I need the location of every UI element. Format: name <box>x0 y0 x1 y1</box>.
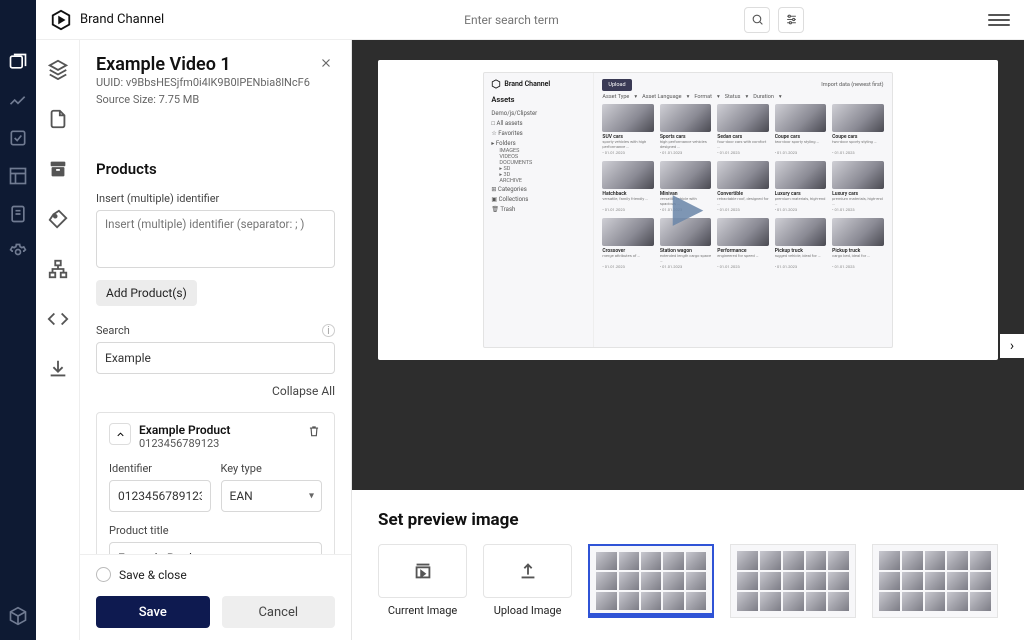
settings-icon[interactable] <box>8 242 28 262</box>
save-close-label: Save & close <box>119 568 187 582</box>
identifier-label: Insert (multiple) identifier <box>96 192 335 205</box>
file-icon[interactable] <box>47 108 69 130</box>
sitemap-icon[interactable] <box>47 258 69 280</box>
product-search-input[interactable] <box>96 342 335 374</box>
uuid-line: UUID: v9BbsHESjfm0i4lK9B0lPENbia8lNcF6 <box>96 75 335 92</box>
delete-product-button[interactable] <box>306 423 322 439</box>
drawer-title: Example Video 1 <box>96 54 231 75</box>
video-thumbnail: Brand Channel Assets Demo/js/Clipster □ … <box>483 72 892 348</box>
add-products-button[interactable]: Add Product(s) <box>96 280 197 306</box>
secondary-nav <box>36 40 80 640</box>
keytype-select[interactable] <box>221 480 323 512</box>
collapse-product-button[interactable] <box>109 423 131 445</box>
upload-image-tile[interactable]: Upload Image <box>483 544 572 617</box>
menu-button[interactable] <box>988 9 1010 31</box>
left-rail <box>0 0 36 640</box>
topbar: Brand Channel <box>36 0 1024 40</box>
archive-icon[interactable] <box>47 158 69 180</box>
tag-icon[interactable] <box>47 208 69 230</box>
current-image-tile[interactable]: Current Image <box>378 544 467 617</box>
brand-label: Brand Channel <box>80 12 164 27</box>
layers-icon[interactable] <box>47 58 69 80</box>
checklist-icon[interactable] <box>8 128 28 148</box>
search-button[interactable] <box>744 7 770 33</box>
source-size-line: Source Size: 7.75 MB <box>96 92 335 109</box>
brand-logo[interactable]: Brand Channel <box>50 9 164 31</box>
identifier-input[interactable] <box>109 480 211 512</box>
products-heading: Products <box>96 160 335 178</box>
cube-icon[interactable] <box>8 606 28 626</box>
next-asset-button[interactable]: › <box>1000 334 1024 358</box>
preview-thumb-1[interactable] <box>588 544 714 618</box>
video-preview[interactable]: Brand Channel Assets Demo/js/Clipster □ … <box>378 60 998 360</box>
preview-image-section: Set preview image Current Image Upload I… <box>352 490 1024 640</box>
identifier-textarea[interactable] <box>96 210 335 268</box>
download-icon[interactable] <box>47 358 69 380</box>
media-library-icon[interactable] <box>8 52 28 72</box>
analytics-icon[interactable] <box>8 90 28 110</box>
close-drawer-button[interactable] <box>317 54 335 72</box>
save-and-close-toggle[interactable] <box>96 567 111 582</box>
preview-section-title: Set preview image <box>378 510 998 530</box>
info-icon[interactable]: i <box>322 324 335 337</box>
product-title-input[interactable] <box>109 542 322 554</box>
collapse-all-link[interactable]: Collapse All <box>96 384 335 398</box>
play-icon[interactable]: ▶ <box>673 184 704 231</box>
cancel-button[interactable]: Cancel <box>222 596 336 628</box>
identifier-field-label: Identifier <box>109 462 211 475</box>
preview-thumb-3[interactable] <box>872 544 998 618</box>
global-search-input[interactable] <box>464 7 744 33</box>
preview-area: › Brand Channel Assets Demo/js/Clipster … <box>352 40 1024 640</box>
product-sku: 0123456789123 <box>139 437 298 450</box>
edit-drawer: Example Video 1 UUID: v9BbsHESjfm0i4lK9B… <box>80 40 352 640</box>
layout-icon[interactable] <box>8 166 28 186</box>
code-icon[interactable] <box>47 308 69 330</box>
product-title-label: Product title <box>109 524 322 537</box>
document-icon[interactable] <box>8 204 28 224</box>
preview-thumb-2[interactable] <box>730 544 856 618</box>
product-title: Example Product <box>139 423 298 437</box>
filter-settings-button[interactable] <box>778 7 804 33</box>
save-button[interactable]: Save <box>96 596 210 628</box>
product-card: Example Product 0123456789123 Identifier… <box>96 412 335 554</box>
search-label: Searchi <box>96 324 335 337</box>
keytype-label: Key type <box>221 462 323 475</box>
